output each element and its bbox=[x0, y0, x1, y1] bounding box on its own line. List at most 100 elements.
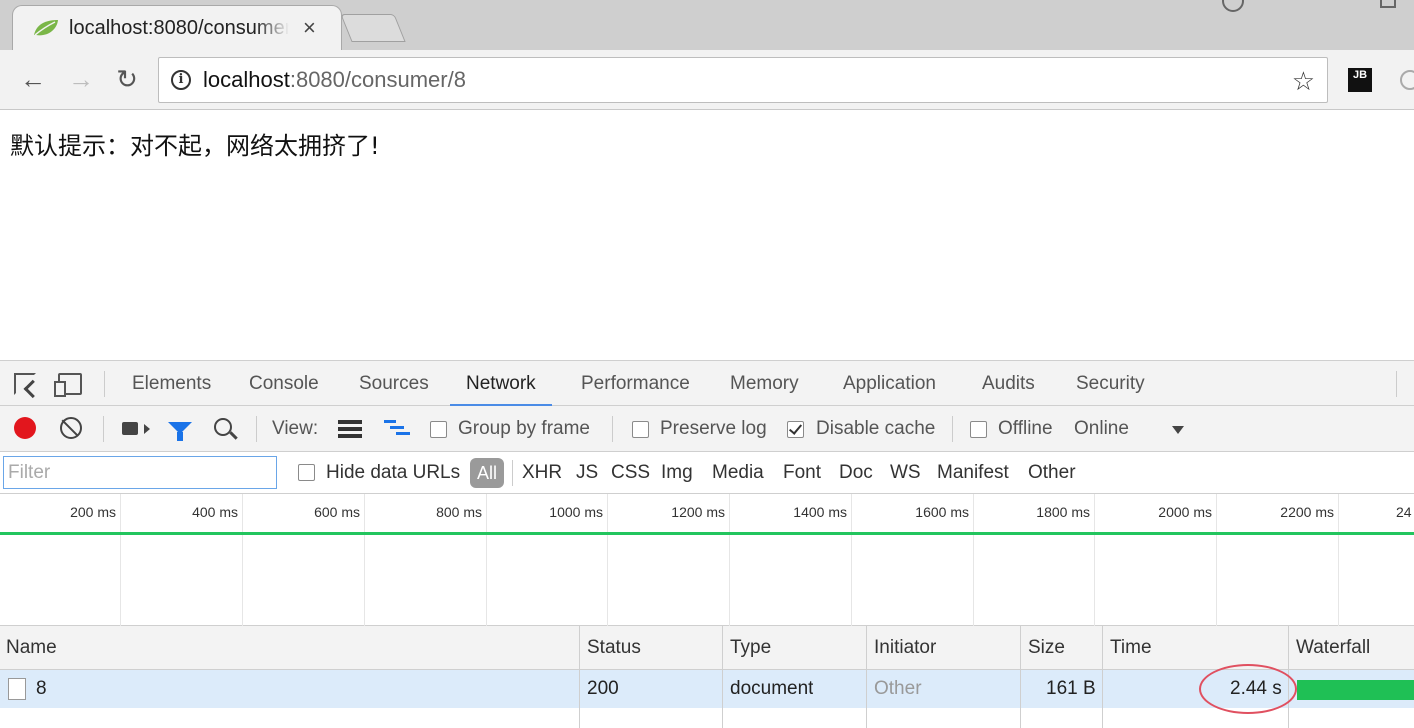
overview-tick-label: 2000 ms bbox=[1158, 504, 1212, 520]
tab-security[interactable]: Security bbox=[1060, 361, 1161, 406]
overview-gridline bbox=[851, 494, 852, 626]
column-divider[interactable] bbox=[722, 626, 723, 728]
tab-performance[interactable]: Performance bbox=[565, 361, 706, 406]
filter-type-img[interactable]: Img bbox=[661, 452, 693, 494]
inspect-element-icon[interactable] bbox=[14, 373, 36, 395]
column-header-status[interactable]: Status bbox=[587, 626, 641, 670]
filter-type-js[interactable]: JS bbox=[576, 452, 598, 494]
column-divider[interactable] bbox=[866, 626, 867, 728]
overview-tick-label: 1000 ms bbox=[549, 504, 603, 520]
overview-gridline bbox=[120, 494, 121, 626]
device-toolbar-icon[interactable] bbox=[54, 373, 82, 397]
capture-screenshots-icon[interactable] bbox=[122, 422, 138, 435]
divider bbox=[512, 460, 513, 486]
column-header-size[interactable]: Size bbox=[1028, 626, 1065, 670]
tab-title: localhost:8080/consumer/8 bbox=[69, 16, 289, 39]
back-arrow-icon[interactable]: ← bbox=[16, 62, 50, 96]
forward-arrow-icon[interactable]: → bbox=[64, 62, 98, 96]
tab-application[interactable]: Application bbox=[827, 361, 952, 406]
filter-type-doc[interactable]: Doc bbox=[839, 452, 873, 494]
address-bar[interactable]: i localhost:8080/consumer/8 ☆ bbox=[158, 57, 1328, 103]
column-header-type[interactable]: Type bbox=[730, 626, 771, 670]
overview-tick-label: 1200 ms bbox=[671, 504, 725, 520]
hide-data-urls-checkbox[interactable] bbox=[298, 464, 315, 481]
column-header-time[interactable]: Time bbox=[1110, 626, 1152, 670]
url-text[interactable]: localhost:8080/consumer/8 bbox=[203, 67, 466, 93]
column-header-waterfall[interactable]: Waterfall bbox=[1296, 626, 1370, 670]
requests-table: Name Status Type Initiator Size Time Wat… bbox=[0, 626, 1414, 728]
group-by-frame-checkbox[interactable] bbox=[430, 421, 447, 438]
offline-checkbox[interactable] bbox=[970, 421, 987, 438]
column-divider[interactable] bbox=[1102, 626, 1103, 728]
column-divider[interactable] bbox=[579, 626, 580, 728]
filter-type-all[interactable]: All bbox=[470, 458, 504, 488]
tab-strip: localhost:8080/consumer/8 × bbox=[0, 0, 1414, 50]
filter-type-ws[interactable]: WS bbox=[890, 452, 921, 494]
search-icon[interactable] bbox=[214, 418, 232, 436]
browser-tab[interactable]: localhost:8080/consumer/8 × bbox=[12, 5, 342, 50]
divider bbox=[1396, 371, 1397, 397]
tab-memory[interactable]: Memory bbox=[714, 361, 815, 406]
preserve-log-checkbox[interactable] bbox=[632, 421, 649, 438]
disable-cache-checkbox[interactable] bbox=[787, 421, 804, 438]
column-header-name[interactable]: Name bbox=[6, 626, 57, 670]
cell-type: document bbox=[730, 678, 814, 699]
tab-elements[interactable]: Elements bbox=[116, 361, 227, 406]
filter-type-manifest[interactable]: Manifest bbox=[937, 452, 1009, 494]
reload-icon[interactable]: ↻ bbox=[110, 62, 144, 96]
overview-gridline bbox=[729, 494, 730, 626]
tab-audits[interactable]: Audits bbox=[966, 361, 1051, 406]
tab-console[interactable]: Console bbox=[233, 361, 335, 406]
overview-gridline bbox=[1216, 494, 1217, 626]
tab-sources[interactable]: Sources bbox=[343, 361, 445, 406]
window-control-icon[interactable] bbox=[1380, 0, 1396, 8]
offline-label: Offline bbox=[998, 418, 1053, 439]
cell-name[interactable]: 8 bbox=[36, 670, 47, 708]
filter-input[interactable] bbox=[3, 456, 277, 489]
preserve-log-label: Preserve log bbox=[660, 418, 767, 439]
info-icon[interactable]: i bbox=[171, 70, 191, 90]
divider bbox=[612, 416, 613, 442]
overview-load-bar bbox=[0, 532, 1414, 535]
tab-network[interactable]: Network bbox=[450, 361, 552, 406]
overview-tick-label: 200 ms bbox=[70, 504, 116, 520]
filter-type-media[interactable]: Media bbox=[712, 452, 764, 494]
record-icon[interactable] bbox=[14, 417, 36, 439]
devtools-tab-bar: Elements Console Sources Network Perform… bbox=[0, 360, 1414, 406]
page-message: 默认提示：对不起，网络太拥挤了! bbox=[10, 132, 380, 160]
divider bbox=[952, 416, 953, 442]
tab-close-icon[interactable]: × bbox=[303, 15, 316, 41]
view-label: View: bbox=[272, 418, 319, 439]
browser-menu-icon[interactable] bbox=[1400, 70, 1414, 90]
large-rows-icon[interactable] bbox=[338, 420, 362, 438]
overview-icon[interactable] bbox=[384, 420, 410, 438]
column-header-initiator[interactable]: Initiator bbox=[874, 626, 936, 670]
overview-tick-label: 1800 ms bbox=[1036, 504, 1090, 520]
spring-leaf-icon bbox=[34, 20, 58, 36]
clear-icon[interactable] bbox=[60, 417, 82, 439]
new-tab-button[interactable] bbox=[340, 14, 406, 42]
profile-icon[interactable] bbox=[1222, 0, 1244, 12]
column-divider[interactable] bbox=[1020, 626, 1021, 728]
divider bbox=[256, 416, 257, 442]
chevron-down-icon[interactable] bbox=[1172, 426, 1184, 434]
disable-cache-label: Disable cache bbox=[816, 418, 936, 439]
overview-gridline bbox=[364, 494, 365, 626]
filter-type-other[interactable]: Other bbox=[1028, 452, 1076, 494]
overview-tick-label: 1400 ms bbox=[793, 504, 847, 520]
overview-tick-label: 1600 ms bbox=[915, 504, 969, 520]
filter-icon[interactable] bbox=[168, 422, 192, 441]
divider bbox=[104, 371, 105, 397]
bookmark-star-icon[interactable]: ☆ bbox=[1292, 66, 1315, 97]
throttling-select[interactable]: Online bbox=[1074, 406, 1129, 452]
jetbrains-extension-icon[interactable]: JB bbox=[1348, 68, 1372, 92]
filter-type-css[interactable]: CSS bbox=[611, 452, 650, 494]
network-overview[interactable]: 200 ms 400 ms 600 ms 800 ms 1000 ms 1200… bbox=[0, 494, 1414, 626]
group-by-frame-label: Group by frame bbox=[458, 418, 590, 439]
browser-toolbar: ← → ↻ i localhost:8080/consumer/8 ☆ bbox=[0, 50, 1414, 110]
filter-type-font[interactable]: Font bbox=[783, 452, 821, 494]
table-header bbox=[0, 626, 1414, 670]
filter-type-xhr[interactable]: XHR bbox=[522, 452, 562, 494]
table-row-empty bbox=[0, 708, 1414, 728]
overview-gridline bbox=[1338, 494, 1339, 626]
